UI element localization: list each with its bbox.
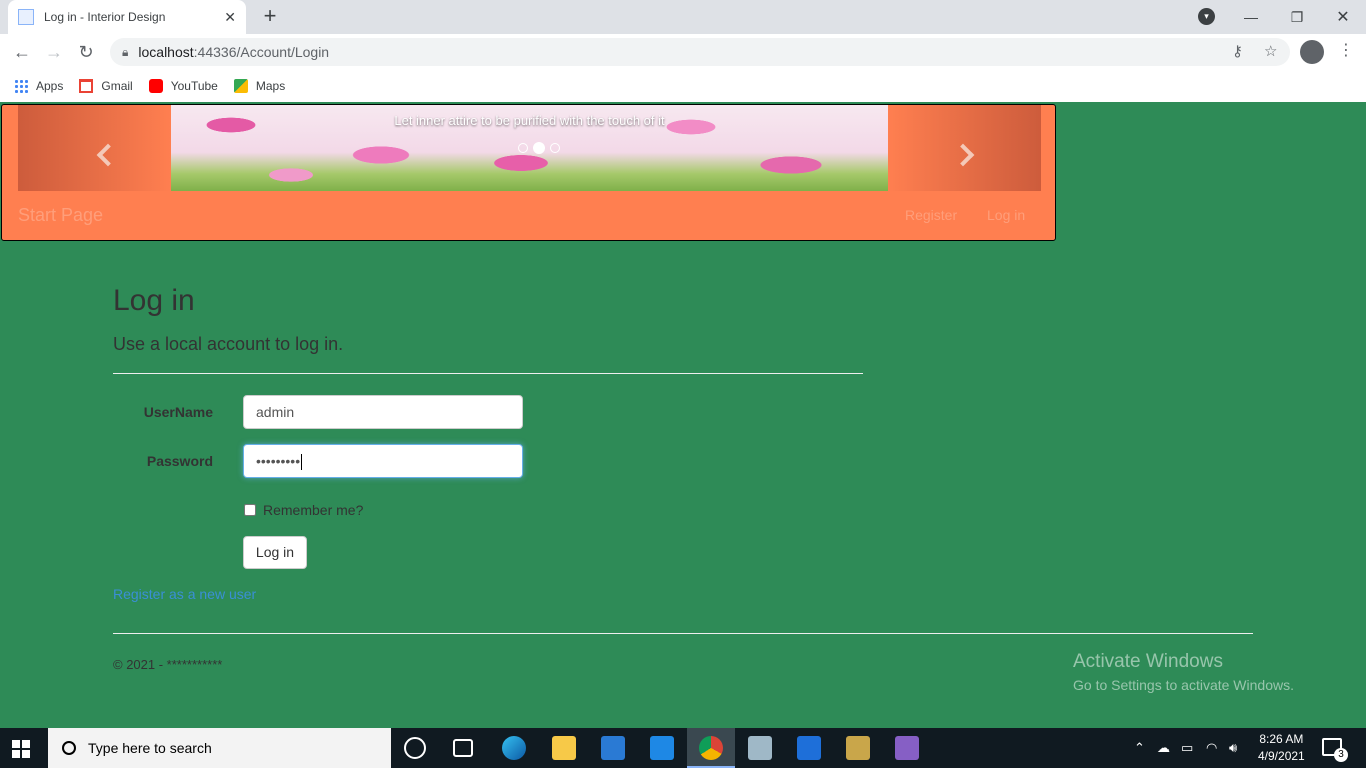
bookmark-label: YouTube [170,79,218,93]
cortana-icon[interactable] [404,737,426,759]
text-caret [301,454,303,471]
url-path: :44336/Account/Login [193,44,330,60]
password-input[interactable]: ••••••••• [243,444,523,478]
page-title: Log in [113,284,195,317]
store-icon[interactable] [601,736,625,760]
carousel-indicator-active[interactable] [533,142,545,154]
lock-icon: 🔒︎ [122,44,129,59]
carousel-indicator[interactable] [550,143,560,153]
watermark-title: Activate Windows [1073,651,1223,672]
watermark-subtitle: Go to Settings to activate Windows. [1073,677,1294,693]
menu-kebab-icon[interactable]: ⋮ [1338,40,1354,60]
media-app-icon[interactable] [797,736,821,760]
nav-login-link[interactable]: Log in [987,207,1025,223]
notification-count-badge: 3 [1334,748,1348,762]
image-carousel: Let inner attire to be purified with the… [18,105,1041,191]
edge-icon[interactable] [502,736,526,760]
page-subtitle: Use a local account to log in. [113,334,344,354]
notepad-icon[interactable] [748,736,772,760]
carousel-indicator[interactable] [518,143,528,153]
register-new-user-link[interactable]: Register as a new user [113,586,256,602]
tab-title: Log in - Interior Design [44,10,166,24]
onedrive-icon[interactable]: ☁ [1157,740,1170,756]
maps-icon [233,79,248,93]
password-value: ••••••••• [256,453,301,469]
chevron-up-icon[interactable]: ⌃ [1134,740,1145,756]
wifi-icon[interactable]: ◠ [1206,740,1217,756]
tab-search-icon[interactable]: ▾ [1198,8,1215,25]
footer-divider [113,633,1253,634]
browser-tab[interactable]: Log in - Interior Design ✕ [8,0,246,34]
profile-avatar-icon[interactable] [1300,40,1324,64]
login-button[interactable]: Log in [243,536,307,569]
close-window-button[interactable]: ✕ [1320,0,1366,34]
username-input[interactable]: admin [243,395,523,429]
address-bar[interactable]: 🔒︎ localhost:44336/Account/Login [110,38,1290,66]
minimize-button[interactable]: — [1228,0,1274,34]
battery-icon[interactable]: ▭ [1181,740,1193,756]
taskbar-clock[interactable]: 8:26 AM 4/9/2021 [1258,731,1305,765]
search-placeholder: Type here to search [88,740,212,756]
forward-arrow-icon[interactable]: → [42,40,66,64]
volume-icon[interactable]: 🔊︎ [1229,740,1237,756]
page-favicon-icon [18,9,34,25]
carousel-indicators [518,142,565,154]
address-toolbar: ← → ↻ 🔒︎ localhost:44336/Account/Login ⚷… [0,34,1366,70]
url-host: localhost [138,44,194,60]
windows-start-icon[interactable] [12,740,30,758]
divider [113,373,863,374]
remember-me-checkbox[interactable] [244,504,256,516]
restore-button[interactable]: ❐ [1274,0,1320,34]
taskbar-search-box[interactable]: Type here to search [48,728,391,768]
gmail-icon [79,79,94,93]
windows-taskbar: Type here to search ⌃ ☁ ▭ ◠ 🔊︎ 8:26 AM 4… [0,728,1366,768]
chevron-left-icon [96,143,120,167]
brand-link[interactable]: Start Page [18,205,103,226]
search-icon [62,741,76,755]
clock-time: 8:26 AM [1259,732,1304,746]
username-value: admin [256,404,295,420]
remember-me-label[interactable]: Remember me? [263,502,363,518]
bookmark-youtube[interactable]: YouTube [148,79,218,93]
password-label: Password [146,453,213,469]
bookmark-label: Maps [255,79,286,93]
task-view-icon[interactable] [453,739,473,757]
close-tab-icon[interactable]: ✕ [224,9,236,26]
youtube-icon [148,79,163,93]
carousel-next-button[interactable] [888,105,1041,191]
back-arrow-icon[interactable]: ← [10,40,34,64]
footer-copyright: © 2021 - *********** [113,657,223,672]
bookmark-apps[interactable]: Apps [14,79,63,93]
browser-tab-strip: Log in - Interior Design ✕ + ▾ — ❐ ✕ [0,0,1366,34]
bookmark-maps[interactable]: Maps [233,79,286,93]
bookmarks-bar: Apps Gmail YouTube Maps [0,70,1366,102]
mail-icon[interactable] [650,736,674,760]
username-label: UserName [143,404,213,420]
apps-grid-icon [14,79,28,93]
clock-date: 4/9/2021 [1258,749,1305,763]
bookmark-gmail[interactable]: Gmail [79,79,133,93]
database-tool-icon[interactable] [846,736,870,760]
key-icon[interactable]: ⚷ [1232,42,1243,60]
carousel-caption: Let inner attire to be purified with the… [394,113,665,128]
bookmark-label: Gmail [101,79,133,93]
new-tab-button[interactable]: + [258,4,282,28]
file-explorer-icon[interactable] [552,736,576,760]
nav-register-link[interactable]: Register [905,207,957,223]
reload-icon[interactable]: ↻ [74,40,98,64]
bookmark-star-icon[interactable]: ☆ [1264,42,1277,60]
chrome-icon [699,736,723,760]
bookmark-label: Apps [36,79,64,93]
visual-studio-icon[interactable] [895,736,919,760]
activate-windows-watermark: Activate Windows Go to Settings to activ… [1073,651,1294,693]
chevron-right-icon [951,143,975,167]
site-header: Let inner attire to be purified with the… [1,104,1056,241]
carousel-prev-button[interactable] [18,105,171,191]
